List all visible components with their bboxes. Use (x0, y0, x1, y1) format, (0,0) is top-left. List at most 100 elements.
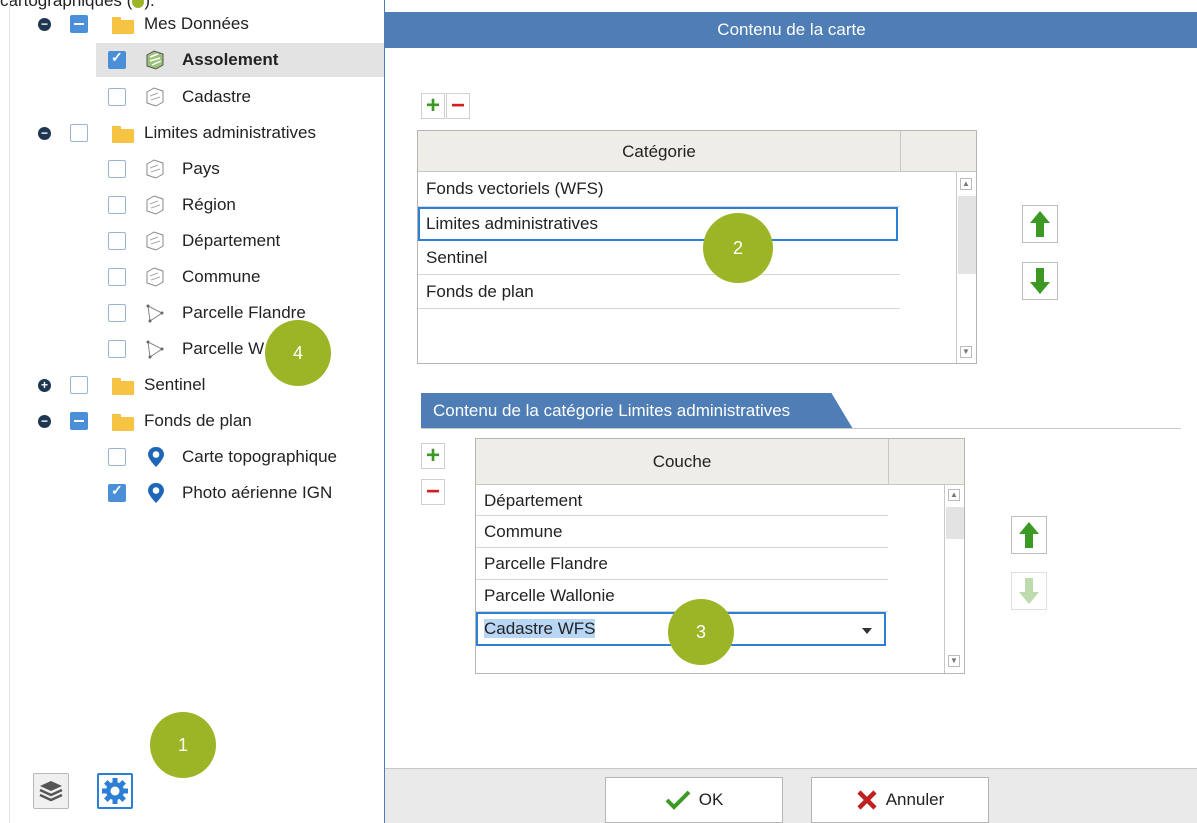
folder-icon (112, 414, 134, 431)
tree-item-photo-aerienne-ign[interactable]: Photo aérienne IGN (96, 476, 384, 510)
arrow-down-icon (1030, 268, 1050, 294)
collapse-icon[interactable]: − (38, 415, 51, 428)
checkbox[interactable] (108, 160, 126, 178)
checkbox[interactable] (108, 268, 126, 286)
tree-item-label: Sentinel (144, 375, 206, 394)
callout-badge-1: 1 (150, 712, 216, 778)
move-category-up-button[interactable] (1022, 205, 1058, 243)
expand-icon[interactable]: + (38, 379, 51, 392)
checkbox[interactable] (108, 304, 126, 322)
layer-grid-header: Couche (476, 439, 964, 485)
column-separator (900, 131, 901, 172)
polygon-layer-icon (146, 340, 164, 359)
layer-tree-panel: − Mes Données Assolement Cadastre − Limi… (0, 0, 384, 823)
tree-item-parcelle-flandre[interactable]: Parcelle Flandre (96, 296, 384, 330)
remove-category-button[interactable]: − (446, 93, 470, 119)
checkbox[interactable] (70, 412, 88, 430)
tree-item-label: Mes Données (144, 14, 249, 33)
checkbox[interactable] (108, 482, 126, 502)
category-row[interactable]: Fonds vectoriels (WFS) (418, 172, 900, 207)
checkbox[interactable] (70, 376, 88, 394)
scroll-down-icon[interactable]: ▼ (948, 655, 960, 667)
vector-layer-icon (146, 50, 164, 70)
scroll-up-icon[interactable]: ▲ (948, 489, 960, 501)
layers-icon (39, 781, 63, 802)
callout-badge-2: 2 (703, 213, 773, 283)
cancel-button[interactable]: Annuler (811, 777, 989, 823)
close-icon (857, 790, 877, 810)
tree-item-label: Département (182, 231, 281, 250)
dropdown-caret-icon[interactable] (862, 628, 872, 634)
arrow-up-icon (1019, 522, 1039, 548)
tree-item-label: Parcelle W (182, 339, 265, 358)
collapse-icon[interactable]: − (38, 18, 51, 31)
folder-icon (112, 378, 134, 395)
layer-row[interactable]: Parcelle Flandre (476, 548, 888, 580)
tree-item-label: Assolement (182, 50, 279, 69)
category-grid: Catégorie Fonds vectoriels (WFS) Limites… (417, 130, 977, 364)
layer-column-header: Couche (652, 452, 712, 471)
move-layer-down-button[interactable] (1011, 572, 1047, 610)
vector-layer-icon (146, 87, 164, 107)
map-content-dialog: Contenu de la carte + − Catégorie Fonds … (384, 0, 1197, 823)
collapse-icon[interactable]: − (38, 127, 51, 140)
category-content-tab[interactable]: Contenu de la catégorie Limites administ… (421, 393, 853, 429)
category-scrollbar[interactable]: ▲ ▼ (956, 172, 976, 363)
tree-item-commune[interactable]: Commune (96, 260, 384, 294)
layer-row[interactable]: Commune (476, 516, 888, 548)
category-row[interactable]: Limites administratives (418, 207, 898, 241)
checkbox[interactable] (108, 232, 126, 250)
gear-icon (102, 778, 128, 804)
category-row[interactable]: Sentinel (418, 241, 900, 275)
add-layer-button[interactable]: + (421, 443, 445, 469)
tree-item-label: Carte topographique (182, 447, 338, 466)
scroll-down-icon[interactable]: ▼ (960, 346, 972, 358)
tree-item-fonds-de-plan[interactable]: − Fonds de plan (20, 404, 380, 438)
tree-item-sentinel[interactable]: + Sentinel (20, 368, 380, 402)
move-layer-up-button[interactable] (1011, 516, 1047, 554)
tree-item-pays[interactable]: Pays (96, 152, 384, 186)
vector-layer-icon (146, 267, 164, 287)
checkbox[interactable] (108, 88, 126, 106)
tree-item-region[interactable]: Région (96, 188, 384, 222)
checkbox[interactable] (108, 340, 126, 358)
tree-item-carte-topographique[interactable]: Carte topographique (96, 440, 384, 474)
layer-row[interactable]: Département (476, 485, 888, 516)
ok-button[interactable]: OK (605, 777, 783, 823)
move-category-down-button[interactable] (1022, 262, 1058, 300)
tab-rule (421, 428, 1181, 429)
scroll-up-icon[interactable]: ▲ (960, 178, 972, 190)
tree-item-departement[interactable]: Département (96, 224, 384, 258)
add-category-button[interactable]: + (421, 93, 445, 119)
callout-badge-4: 4 (265, 320, 331, 386)
category-grid-header: Catégorie (418, 131, 976, 172)
checkbox[interactable] (108, 448, 126, 466)
category-row[interactable]: Fonds de plan (418, 275, 900, 309)
tree-item-mes-donnees[interactable]: − Mes Données (20, 7, 380, 41)
checkbox[interactable] (108, 196, 126, 214)
tree-item-label: Commune (182, 267, 261, 286)
checkbox[interactable] (70, 15, 88, 33)
cancel-label: Annuler (885, 790, 945, 809)
tree-item-parcelle-wallonie[interactable]: Parcelle W (96, 332, 384, 366)
tree-item-assolement[interactable]: Assolement (96, 43, 384, 77)
tree-item-limites-administratives[interactable]: − Limites administratives (20, 116, 380, 150)
arrow-down-icon (1019, 578, 1039, 604)
arrow-up-icon (1030, 211, 1050, 237)
panel-divider (9, 0, 10, 823)
checkbox[interactable] (108, 49, 126, 69)
tree-item-cadastre[interactable]: Cadastre (96, 80, 384, 114)
dialog-footer (385, 768, 1197, 823)
tree-item-label: Cadastre (182, 87, 251, 106)
layer-scrollbar[interactable]: ▲ ▼ (944, 485, 964, 673)
folder-icon (112, 126, 134, 143)
tree-item-label: Pays (182, 159, 220, 178)
settings-button[interactable] (97, 773, 133, 809)
scroll-thumb[interactable] (958, 196, 976, 274)
layers-view-button[interactable] (33, 773, 69, 809)
checkbox[interactable] (70, 124, 88, 142)
vector-layer-icon (146, 159, 164, 179)
scroll-thumb[interactable] (946, 507, 964, 539)
layer-combo-value[interactable]: Cadastre WFS (484, 619, 596, 638)
remove-layer-button[interactable]: − (421, 479, 445, 505)
